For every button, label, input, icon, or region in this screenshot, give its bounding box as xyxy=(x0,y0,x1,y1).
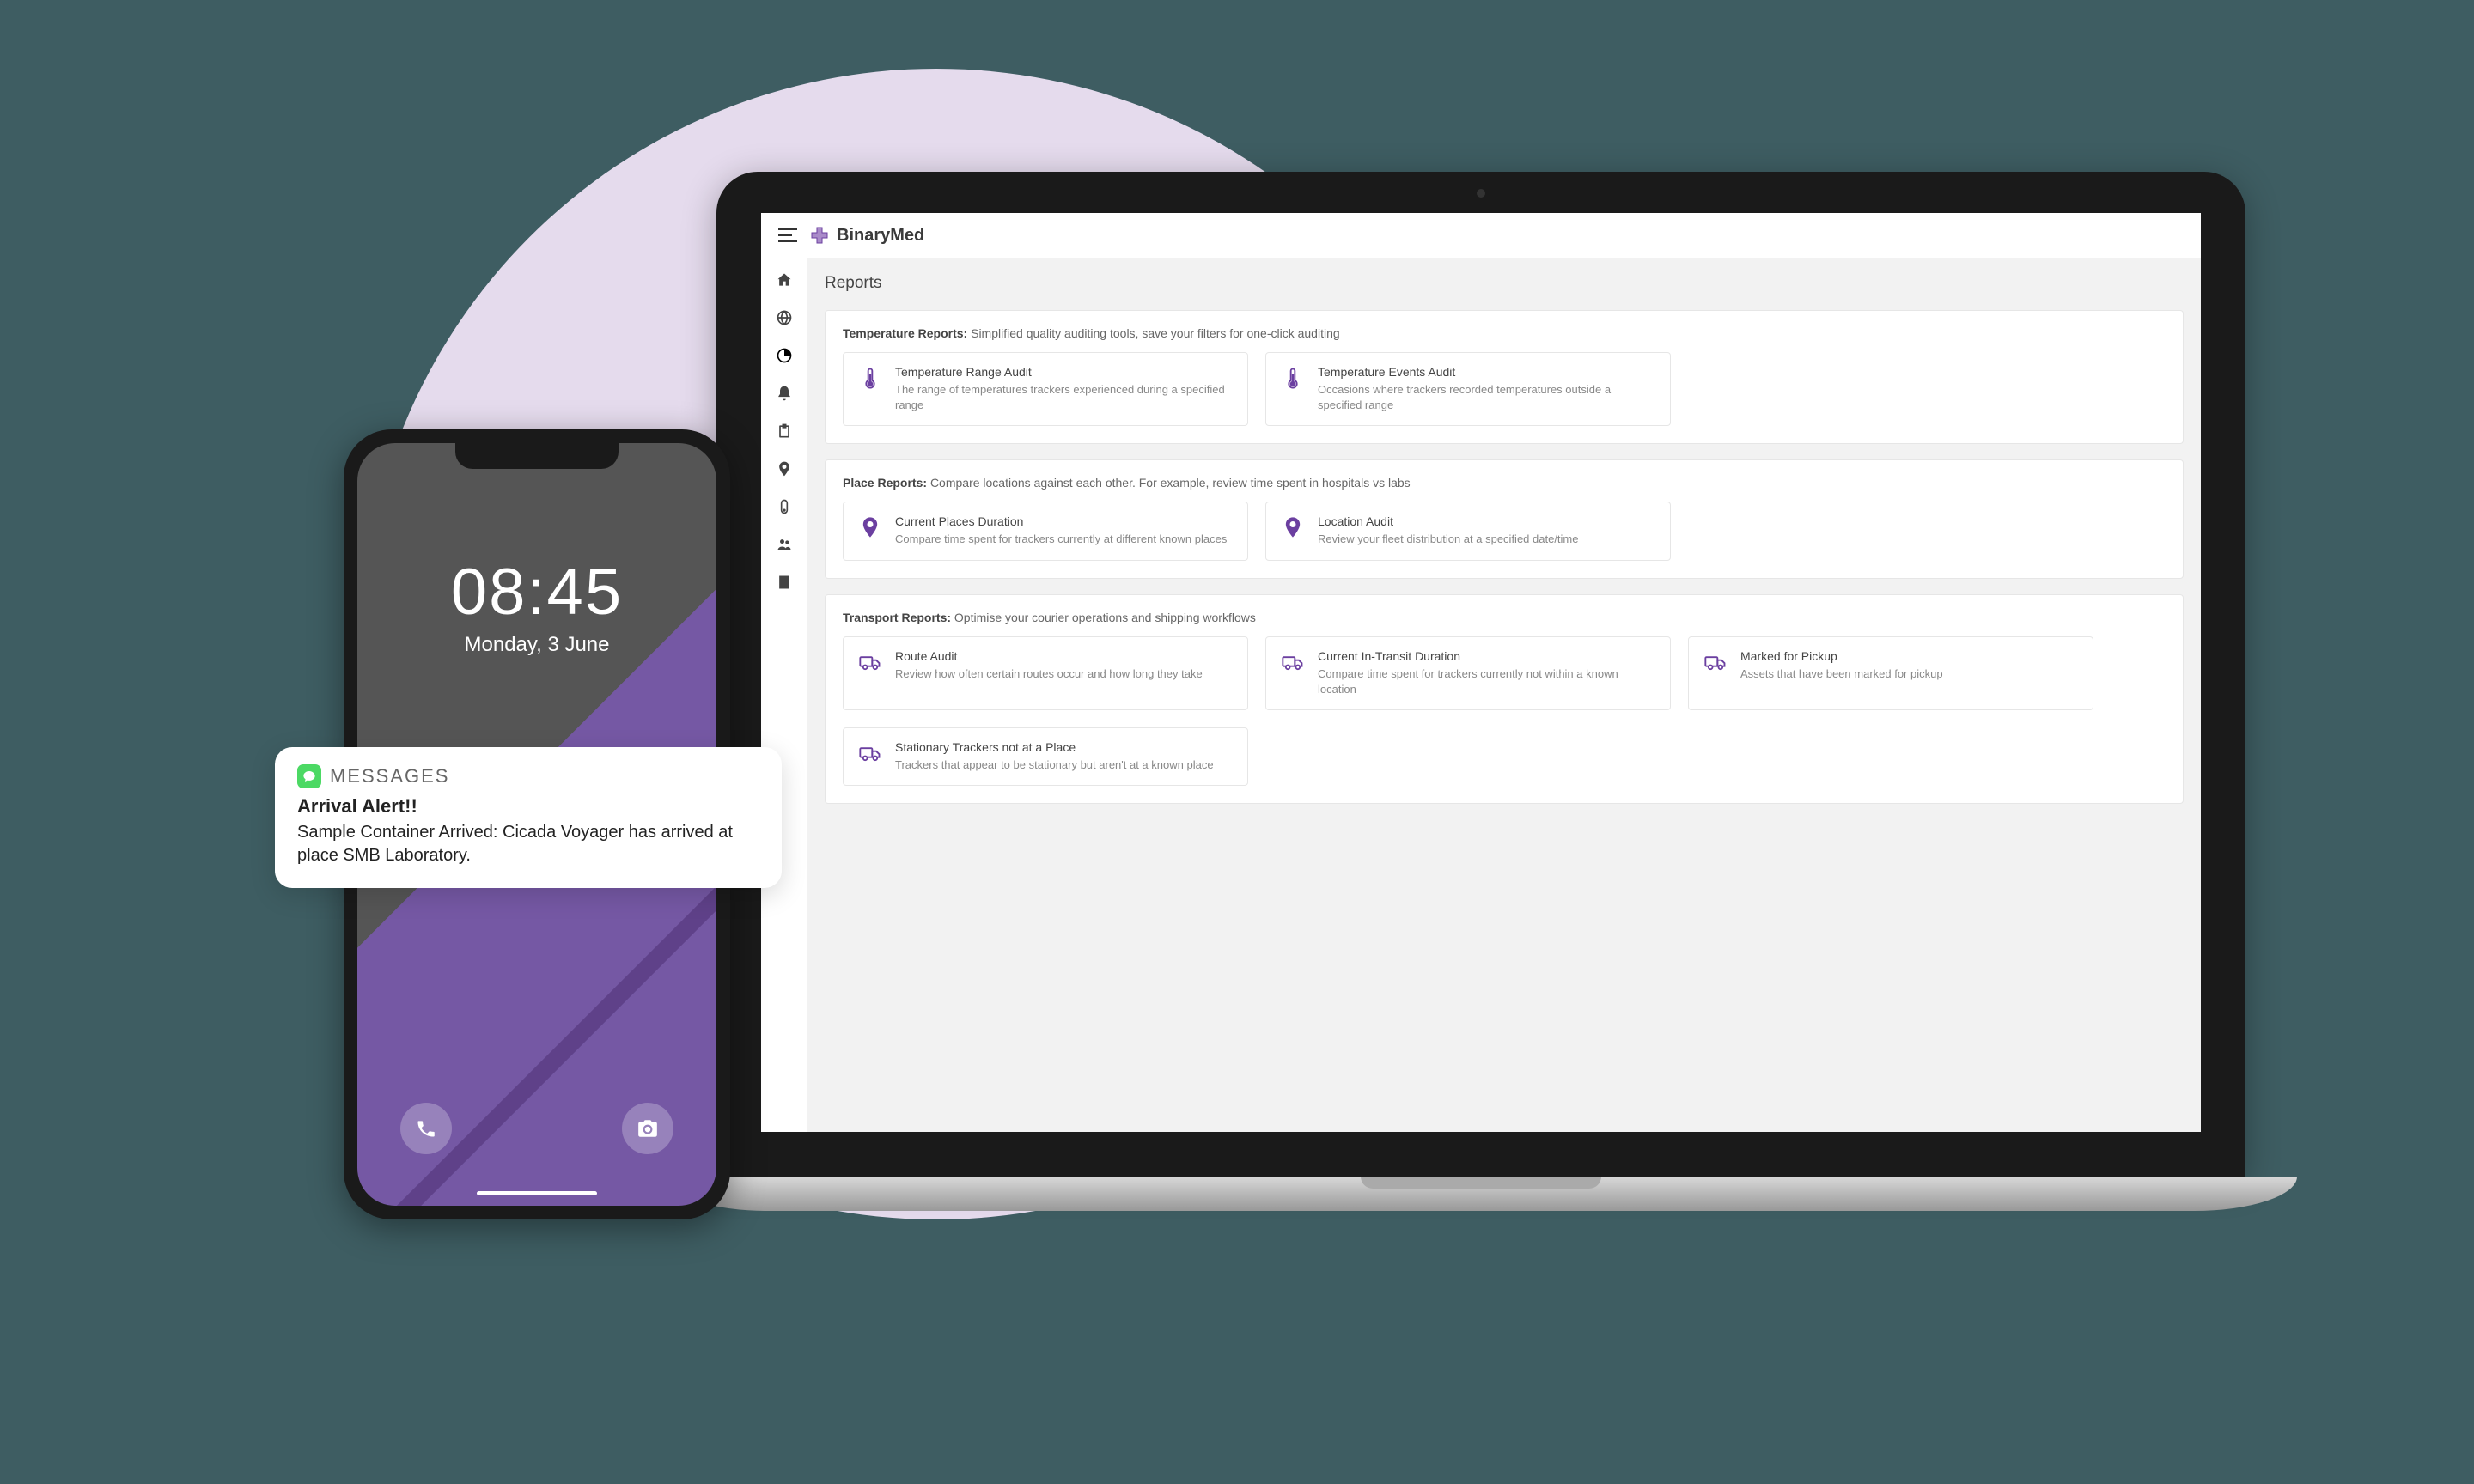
home-indicator[interactable] xyxy=(477,1191,597,1195)
report-card[interactable]: Route Audit Review how often certain rout… xyxy=(843,636,1248,710)
section-header: Transport Reports: Optimise your courier… xyxy=(843,611,2166,624)
section-subtitle: Optimise your courier operations and shi… xyxy=(954,611,1256,624)
sidebar-item-reports[interactable] xyxy=(775,346,794,365)
sidebar-item-users[interactable] xyxy=(775,535,794,554)
card-title: Temperature Range Audit xyxy=(895,365,1234,379)
truck-icon xyxy=(1703,649,1728,675)
report-card[interactable]: Marked for Pickup Assets that have been m… xyxy=(1688,636,2093,710)
content-area: Reports Temperature Reports: Simplified … xyxy=(807,258,2201,1132)
card-description: Assets that have been marked for pickup xyxy=(1740,666,2079,682)
notification-card[interactable]: MESSAGES Arrival Alert!! Sample Containe… xyxy=(275,747,782,888)
menu-toggle-button[interactable] xyxy=(778,228,797,243)
report-section: Place Reports: Compare locations against… xyxy=(825,459,2184,578)
card-title: Stationary Trackers not at a Place xyxy=(895,740,1234,754)
sidebar-item-location[interactable] xyxy=(775,459,794,478)
laptop-device: BinaryMed Reports Temperature xyxy=(716,172,2245,1211)
sidebar-item-building[interactable] xyxy=(775,573,794,592)
notification-app-label: MESSAGES xyxy=(330,765,449,788)
notification-title: Arrival Alert!! xyxy=(297,795,759,818)
lockscreen-date: Monday, 3 June xyxy=(357,633,716,657)
section-header: Place Reports: Compare locations against… xyxy=(843,476,2166,490)
section-label: Place Reports: xyxy=(843,476,927,490)
truck-icon xyxy=(1280,649,1306,675)
notification-body: Sample Container Arrived: Cicada Voyager… xyxy=(297,821,759,867)
card-title: Location Audit xyxy=(1318,514,1656,528)
card-description: Trackers that appear to be stationary bu… xyxy=(895,757,1234,773)
truck-icon xyxy=(857,740,883,766)
sidebar-item-alerts[interactable] xyxy=(775,384,794,403)
app-window: BinaryMed Reports Temperature xyxy=(761,213,2201,1132)
sidebar-item-device[interactable] xyxy=(775,497,794,516)
card-description: Compare time spent for trackers currentl… xyxy=(895,532,1234,547)
card-title: Marked for Pickup xyxy=(1740,649,2079,663)
report-section: Temperature Reports: Simplified quality … xyxy=(825,310,2184,444)
thermometer-icon xyxy=(857,365,883,391)
card-description: Review your fleet distribution at a spec… xyxy=(1318,532,1656,547)
card-description: The range of temperatures trackers exper… xyxy=(895,382,1234,413)
logo-icon xyxy=(809,225,830,246)
report-card[interactable]: Temperature Range Audit The range of temp… xyxy=(843,352,1248,426)
laptop-camera xyxy=(1477,189,1485,198)
report-section: Transport Reports: Optimise your courier… xyxy=(825,594,2184,805)
sidebar-item-clipboard[interactable] xyxy=(775,422,794,441)
laptop-base xyxy=(665,1177,2297,1211)
app-header: BinaryMed xyxy=(761,213,2201,258)
report-card[interactable]: Temperature Events Audit Occasions where … xyxy=(1265,352,1671,426)
card-description: Occasions where trackers recorded temper… xyxy=(1318,382,1656,413)
app-logo[interactable]: BinaryMed xyxy=(809,225,924,246)
card-title: Current Places Duration xyxy=(895,514,1234,528)
section-header: Temperature Reports: Simplified quality … xyxy=(843,326,2166,340)
card-title: Temperature Events Audit xyxy=(1318,365,1656,379)
card-title: Current In-Transit Duration xyxy=(1318,649,1656,663)
pin-icon xyxy=(1280,514,1306,540)
lockscreen-time: 08:45 xyxy=(357,555,716,629)
card-description: Compare time spent for trackers currentl… xyxy=(1318,666,1656,697)
section-subtitle: Compare locations against each other. Fo… xyxy=(930,476,1411,490)
card-title: Route Audit xyxy=(895,649,1234,663)
lockscreen-camera-button[interactable] xyxy=(622,1103,673,1154)
sidebar xyxy=(761,258,807,1132)
page-title: Reports xyxy=(825,274,2184,293)
thermometer-icon xyxy=(1280,365,1306,391)
report-card[interactable]: Current Places Duration Compare time spen… xyxy=(843,502,1248,560)
lockscreen-phone-button[interactable] xyxy=(400,1103,452,1154)
messages-app-icon xyxy=(297,764,321,788)
report-card[interactable]: Stationary Trackers not at a Place Tracke… xyxy=(843,727,1248,786)
sidebar-item-globe[interactable] xyxy=(775,308,794,327)
section-label: Transport Reports: xyxy=(843,611,951,624)
section-subtitle: Simplified quality auditing tools, save … xyxy=(971,326,1340,340)
phone-notch xyxy=(455,443,618,469)
sidebar-item-home[interactable] xyxy=(775,271,794,289)
section-label: Temperature Reports: xyxy=(843,326,967,340)
report-card[interactable]: Current In-Transit Duration Compare time … xyxy=(1265,636,1671,710)
report-card[interactable]: Location Audit Review your fleet distribu… xyxy=(1265,502,1671,560)
truck-icon xyxy=(857,649,883,675)
brand-name: BinaryMed xyxy=(837,226,924,246)
card-description: Review how often certain routes occur an… xyxy=(895,666,1234,682)
pin-icon xyxy=(857,514,883,540)
